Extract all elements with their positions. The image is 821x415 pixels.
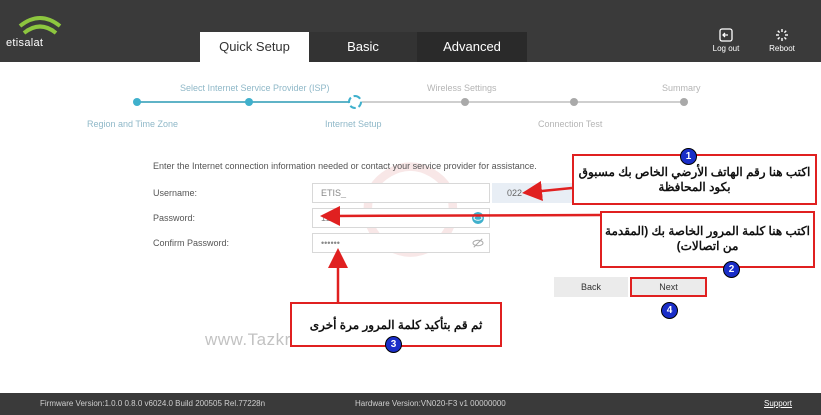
firmware-version: Firmware Version:1.0.0 0.8.0 v6024.0 Bui… <box>40 399 266 408</box>
step-dot-internet <box>348 95 362 109</box>
step-dot-summary <box>680 98 688 106</box>
back-button[interactable]: Back <box>554 277 628 297</box>
logout-label: Log out <box>712 44 740 53</box>
username-label: Username: <box>153 188 198 198</box>
top-header: etisalat Quick Setup Basic Advanced Log … <box>0 0 821 62</box>
step-region-label: Region and Time Zone <box>87 119 179 129</box>
badge-4: 4 <box>661 302 678 319</box>
confirm-password-label: Confirm Password: <box>153 238 230 248</box>
step-connection-label: Connection Test <box>538 119 603 129</box>
confirm-password-input[interactable] <box>312 233 490 253</box>
step-summary-label: Summary <box>662 83 701 93</box>
form-instructions: Enter the Internet connection informatio… <box>153 161 537 171</box>
tab-advanced[interactable]: Advanced <box>417 32 527 62</box>
logo-text: etisalat <box>6 37 44 49</box>
badge-1: 1 <box>680 148 697 165</box>
hide-password-icon[interactable] <box>472 237 484 249</box>
step-dot-wireless <box>461 98 469 106</box>
badge-3: 3 <box>385 336 402 353</box>
logout-icon <box>719 28 733 42</box>
badge-2: 2 <box>723 261 740 278</box>
password-input[interactable] <box>312 208 490 228</box>
username-suffix: 022 <box>492 183 582 203</box>
hardware-version: Hardware Version:VN020-F3 v1 00000000 <box>355 399 506 408</box>
tab-basic[interactable]: Basic <box>309 32 417 62</box>
step-isp-label: Select Internet Service Provider (ISP) <box>180 83 330 93</box>
reboot-icon <box>776 29 788 41</box>
show-password-icon[interactable] <box>472 212 484 224</box>
step-dot-isp <box>245 98 253 106</box>
logout-button[interactable]: Log out <box>706 28 746 53</box>
username-input[interactable] <box>312 183 490 203</box>
step-dot-connection <box>570 98 578 106</box>
support-link[interactable]: Support <box>764 393 792 415</box>
reboot-button[interactable]: Reboot <box>762 28 802 53</box>
step-wireless-label: Wireless Settings <box>427 83 497 93</box>
annotation-password: اكتب هنا كلمة المرور الخاصة بك (المقدمة … <box>600 211 815 268</box>
step-internet-label: Internet Setup <box>325 119 382 129</box>
password-label: Password: <box>153 213 196 223</box>
tab-quick-setup[interactable]: Quick Setup <box>200 32 309 62</box>
step-dot-region <box>133 98 141 106</box>
reboot-label: Reboot <box>769 44 795 53</box>
footer: Firmware Version:1.0.0 0.8.0 v6024.0 Bui… <box>0 393 821 415</box>
next-button[interactable]: Next <box>630 277 707 297</box>
